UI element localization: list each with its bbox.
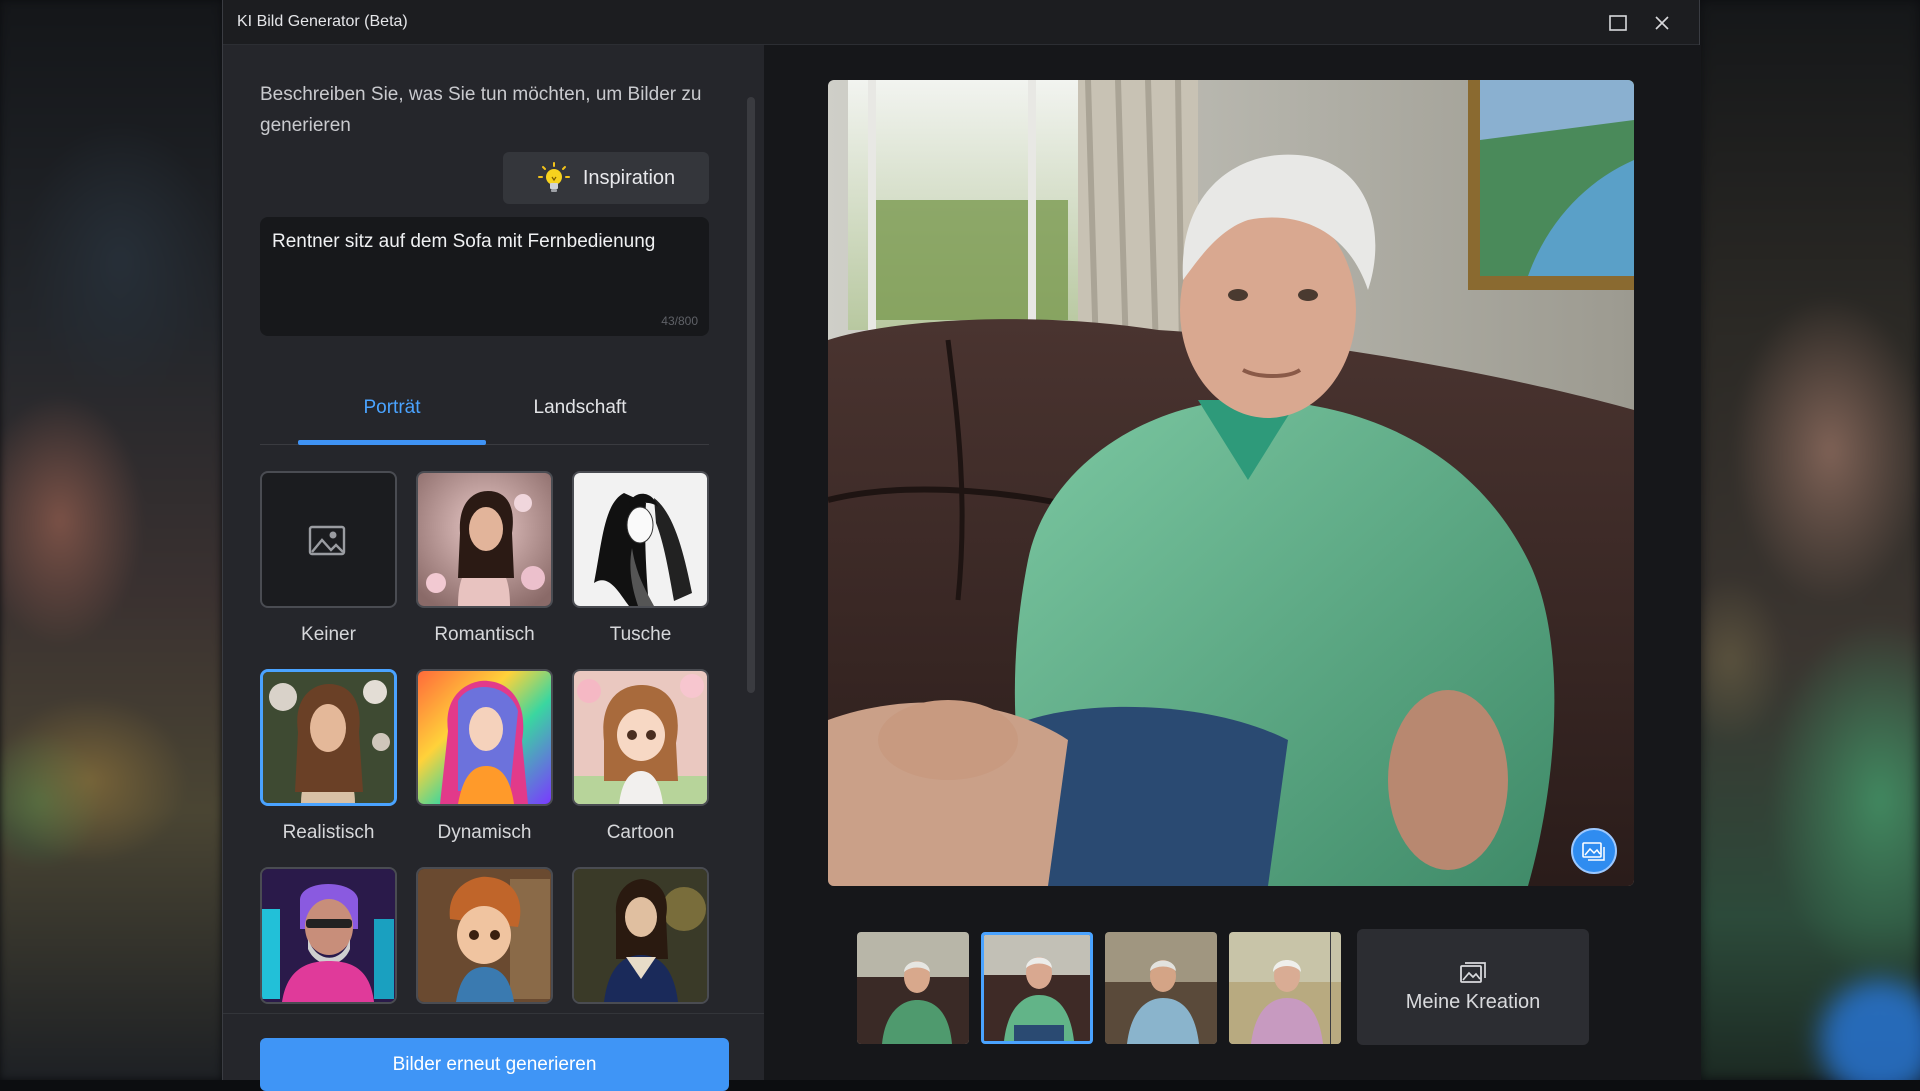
result-image: [984, 935, 1090, 1041]
blurred-background-left: [0, 0, 222, 1080]
style-option-realistic[interactable]: Realistisch: [260, 669, 397, 844]
window-title: KI Bild Generator (Beta): [237, 13, 408, 31]
image-placeholder-icon: [307, 522, 351, 558]
title-bar: KI Bild Generator (Beta): [223, 0, 1699, 45]
character-counter: 43/800: [661, 314, 698, 328]
oil-painting-portrait-image: [574, 869, 707, 1002]
style-label: Dynamisch: [416, 822, 553, 844]
close-button[interactable]: [1647, 8, 1677, 38]
style-option-3d[interactable]: [416, 867, 553, 1004]
style-thumbnail[interactable]: [260, 471, 397, 608]
generated-image-preview: [828, 80, 1634, 886]
style-thumbnail[interactable]: [416, 471, 553, 608]
result-image: [857, 932, 969, 1044]
style-option-none[interactable]: Keiner: [260, 471, 397, 646]
style-category-tabs: Porträt Landschaft: [260, 390, 709, 445]
tab-landscape[interactable]: Landschaft: [486, 390, 674, 444]
elderly-man-on-sofa-image: [828, 80, 1634, 886]
inspiration-button[interactable]: Inspiration: [503, 152, 709, 204]
style-thumbnail[interactable]: [572, 669, 709, 806]
panel-scrollbar[interactable]: [747, 97, 755, 693]
cartoon-portrait-image: [574, 671, 707, 804]
lightbulb-icon: [537, 161, 571, 195]
result-image: [1105, 932, 1217, 1044]
result-image: [1229, 932, 1341, 1044]
style-thumbnail-selected[interactable]: [260, 669, 397, 806]
maximize-icon: [1609, 15, 1627, 31]
inspiration-label: Inspiration: [583, 167, 675, 190]
prompt-textarea[interactable]: Rentner sitz auf dem Sofa mit Fernbedien…: [260, 217, 709, 336]
ink-portrait-image: [574, 473, 707, 606]
style-option-romantic[interactable]: Romantisch: [416, 471, 553, 646]
result-thumbnail-3[interactable]: [1105, 932, 1217, 1044]
style-grid: Keiner Romantisch: [260, 471, 720, 1011]
style-option-cyberpunk[interactable]: [260, 867, 397, 1004]
style-option-dynamic[interactable]: Dynamisch: [416, 669, 553, 844]
gallery-icon: [1582, 841, 1606, 861]
prompt-text[interactable]: Rentner sitz auf dem Sofa mit Fernbedien…: [272, 231, 655, 253]
gallery-icon: [1459, 961, 1487, 985]
preview-panel: Meine Kreation: [764, 45, 1701, 1080]
dynamic-portrait-image: [418, 671, 551, 804]
style-label: Cartoon: [572, 822, 709, 844]
close-icon: [1654, 15, 1670, 31]
image-action-button[interactable]: [1571, 828, 1617, 874]
style-thumbnail[interactable]: [416, 669, 553, 806]
thumbnail-divider: [1330, 932, 1331, 1044]
blurred-background-right: [1700, 0, 1920, 1080]
style-option-ink[interactable]: Tusche: [572, 471, 709, 646]
settings-panel: Beschreiben Sie, was Sie tun möchten, um…: [223, 45, 764, 1080]
3d-cartoon-portrait-image: [418, 869, 551, 1002]
style-thumbnail[interactable]: [416, 867, 553, 1004]
style-thumbnail[interactable]: [572, 471, 709, 608]
my-creation-label: Meine Kreation: [1406, 991, 1541, 1014]
style-option-oil-painting[interactable]: [572, 867, 709, 1004]
realistic-portrait-image: [263, 672, 394, 803]
prompt-instruction: Beschreiben Sie, was Sie tun möchten, um…: [260, 79, 710, 141]
style-option-cartoon[interactable]: Cartoon: [572, 669, 709, 844]
style-label: Realistisch: [260, 822, 397, 844]
result-thumbnail-1[interactable]: [857, 932, 969, 1044]
style-label: Keiner: [260, 624, 397, 646]
maximize-button[interactable]: [1603, 8, 1633, 38]
my-creation-button[interactable]: Meine Kreation: [1357, 929, 1589, 1045]
result-thumbnail-2-selected[interactable]: [981, 932, 1093, 1044]
style-label: Tusche: [572, 624, 709, 646]
neon-portrait-image: [262, 869, 395, 1002]
romantic-portrait-image: [418, 473, 551, 606]
tab-portrait[interactable]: Porträt: [298, 390, 486, 444]
regenerate-images-button[interactable]: Bilder erneut generieren: [260, 1038, 729, 1091]
app-window: KI Bild Generator (Beta) Beschreiben Sie…: [222, 0, 1700, 1080]
style-thumbnail[interactable]: [260, 867, 397, 1004]
result-thumbnail-4[interactable]: [1229, 932, 1341, 1044]
footer-divider: [223, 1013, 764, 1014]
style-thumbnail[interactable]: [572, 867, 709, 1004]
style-label: Romantisch: [416, 624, 553, 646]
